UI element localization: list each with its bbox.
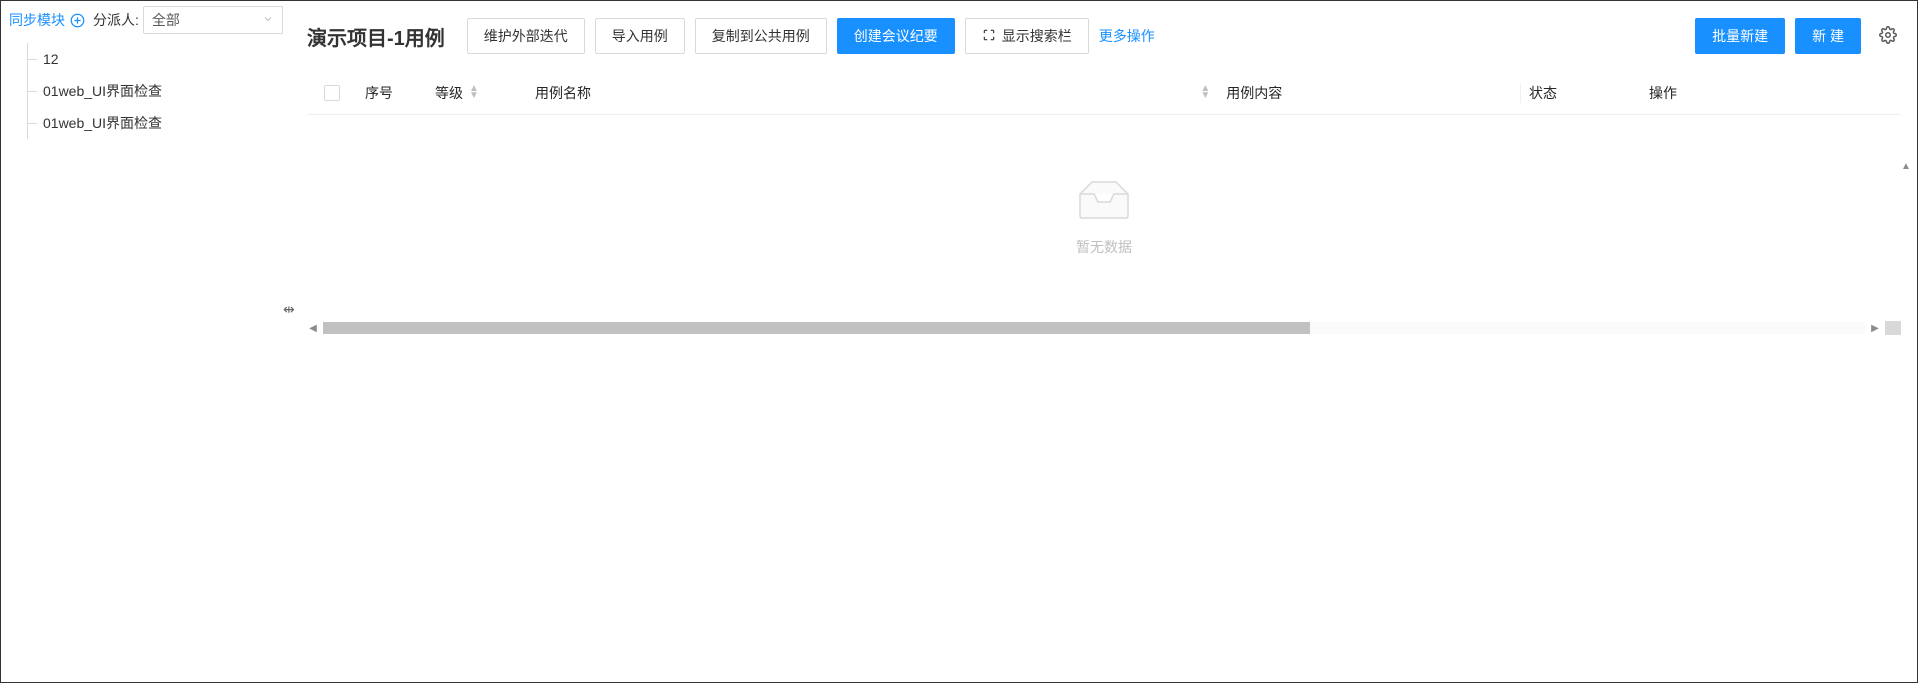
scroll-up-icon[interactable]: ▲ — [1901, 161, 1913, 172]
scroll-corner — [1885, 321, 1901, 335]
scroll-thumb[interactable] — [323, 322, 1310, 334]
resize-handle-icon[interactable]: ⇹ — [283, 301, 295, 318]
col-op: 操作 — [1641, 83, 1901, 103]
tree-item[interactable]: 01web_UI界面检查 — [1, 75, 291, 107]
expand-icon — [982, 28, 996, 45]
batch-new-button[interactable]: 批量新建 — [1695, 18, 1785, 54]
copy-to-public-button[interactable]: 复制到公共用例 — [695, 18, 827, 54]
create-meeting-button[interactable]: 创建会议纪要 — [837, 18, 955, 54]
sidebar: 同步模块 分派人: 全部 12 01web_UI界面检查 01web_UI界面检… — [1, 1, 291, 682]
plus-circle-icon[interactable] — [69, 12, 85, 28]
assignee-label: 分派人: — [93, 10, 139, 30]
col-op-label: 操作 — [1649, 83, 1677, 103]
tree-item-label: 01web_UI界面检查 — [43, 113, 162, 133]
gear-icon[interactable] — [1875, 22, 1901, 51]
empty-state: 暂无数据 — [307, 115, 1901, 315]
table-header: 序号 等级 ▲▼ 用例名称 ▲▼ 用例内容 状态 操作 — [307, 71, 1901, 115]
tree-item[interactable]: 12 — [1, 43, 291, 75]
col-content[interactable]: 用例内容 — [1218, 83, 1521, 103]
tree-item-label: 01web_UI界面检查 — [43, 81, 162, 101]
col-status[interactable]: 状态 — [1521, 83, 1641, 103]
tree-item-label: 12 — [43, 51, 59, 67]
chevron-down-icon — [262, 12, 274, 28]
table: 序号 等级 ▲▼ 用例名称 ▲▼ 用例内容 状态 操作 — [307, 71, 1901, 682]
sidebar-header: 同步模块 分派人: 全部 — [1, 1, 291, 39]
empty-inbox-icon — [1072, 174, 1136, 227]
import-case-button[interactable]: 导入用例 — [595, 18, 685, 54]
assignee-select[interactable]: 全部 — [143, 6, 283, 34]
scroll-right-icon[interactable]: ▶ — [1869, 323, 1881, 334]
select-all-checkbox[interactable] — [324, 85, 340, 101]
assignee-select-value: 全部 — [152, 10, 262, 30]
col-seq-label: 序号 — [365, 83, 393, 103]
col-level-label: 等级 — [435, 83, 463, 103]
col-name-label: 用例名称 — [535, 83, 591, 103]
scroll-left-icon[interactable]: ◀ — [307, 323, 319, 334]
col-checkbox — [307, 85, 357, 101]
module-tree: 12 01web_UI界面检查 01web_UI界面检查 — [1, 39, 291, 143]
empty-text: 暂无数据 — [1076, 237, 1132, 257]
toolbar: 演示项目-1用例 维护外部迭代 导入用例 复制到公共用例 创建会议纪要 显示搜索… — [307, 1, 1901, 71]
col-content-label: 用例内容 — [1226, 83, 1282, 103]
sort-icon[interactable]: ▲▼ — [469, 86, 479, 100]
col-seq[interactable]: 序号 — [357, 83, 427, 103]
new-button[interactable]: 新 建 — [1795, 18, 1861, 54]
sync-module-link[interactable]: 同步模块 — [9, 10, 65, 30]
page-title: 演示项目-1用例 — [307, 22, 445, 51]
show-search-label: 显示搜索栏 — [1002, 26, 1072, 46]
col-status-label: 状态 — [1529, 83, 1557, 103]
horizontal-scrollbar[interactable]: ◀ ▶ — [307, 319, 1901, 337]
vertical-scrollbar[interactable]: ▲ — [1901, 161, 1913, 372]
sort-icon[interactable]: ▲▼ — [1200, 86, 1210, 100]
tree-item[interactable]: 01web_UI界面检查 — [1, 107, 291, 139]
col-name[interactable]: 用例名称 ▲▼ — [527, 83, 1218, 103]
scroll-track[interactable] — [323, 322, 1865, 334]
main-content: 演示项目-1用例 维护外部迭代 导入用例 复制到公共用例 创建会议纪要 显示搜索… — [291, 1, 1917, 682]
show-search-button[interactable]: 显示搜索栏 — [965, 18, 1089, 54]
maintain-iteration-button[interactable]: 维护外部迭代 — [467, 18, 585, 54]
col-level[interactable]: 等级 ▲▼ — [427, 83, 527, 103]
more-actions-link[interactable]: 更多操作 — [1099, 26, 1155, 46]
